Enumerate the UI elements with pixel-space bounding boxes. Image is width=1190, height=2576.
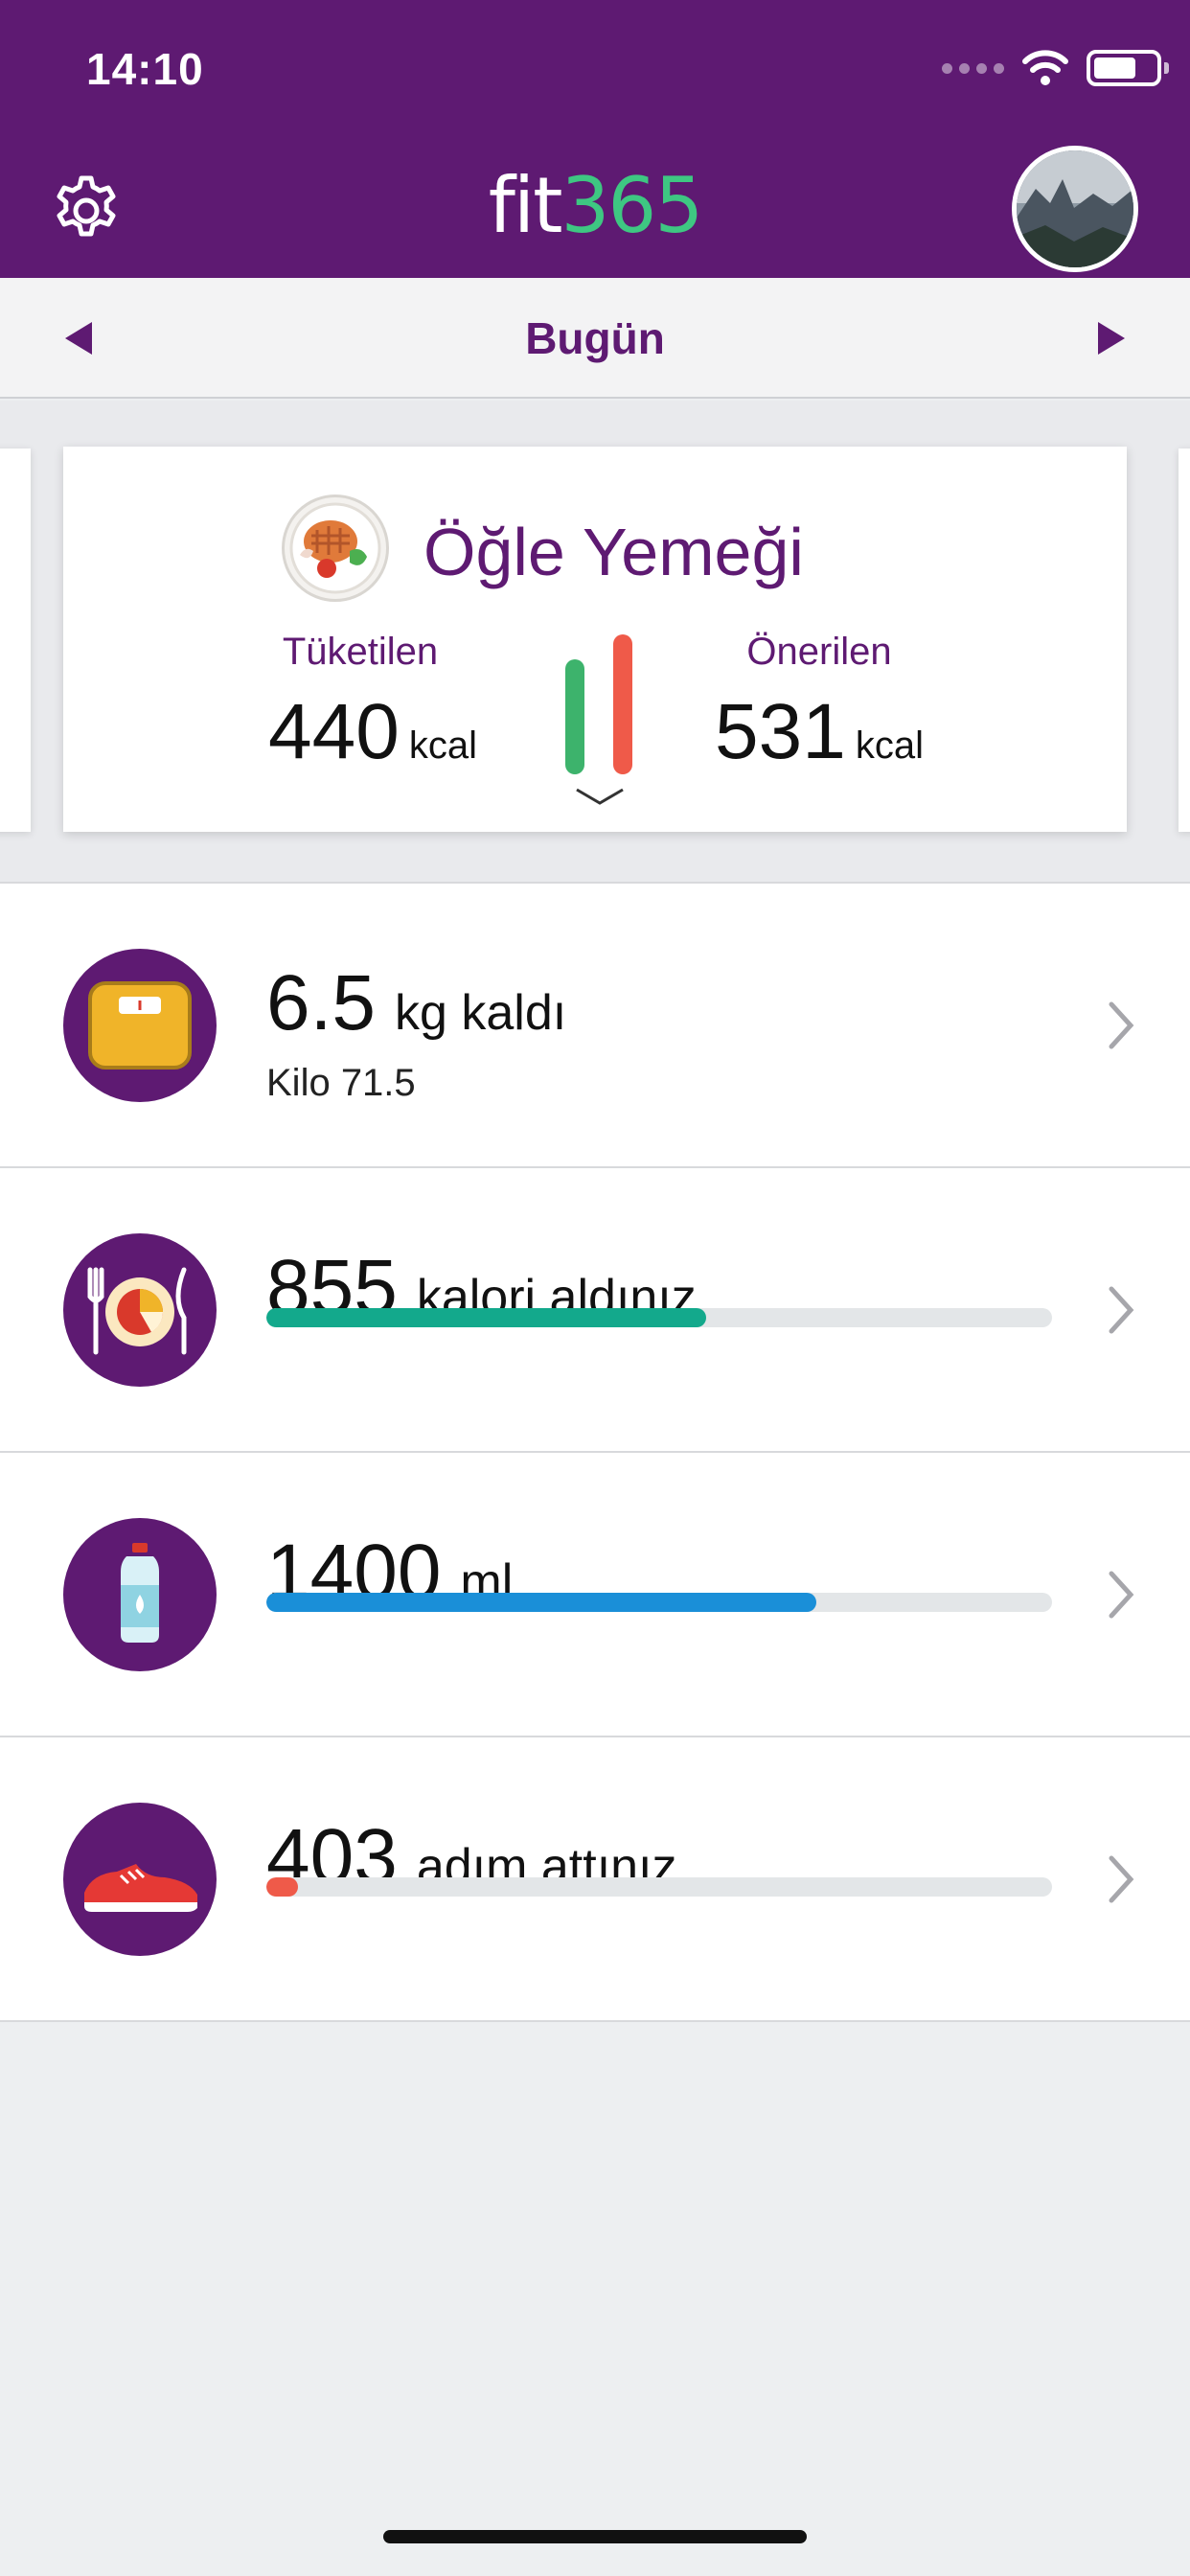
recommended-bar <box>613 634 632 774</box>
consumed-value: 440 kcal <box>268 688 477 775</box>
recommended-value: 531 kcal <box>715 688 924 775</box>
water-progress-fill <box>266 1593 816 1612</box>
calories-progress-bar <box>266 1308 1052 1327</box>
app-header: 14:10 fit365 <box>0 0 1190 278</box>
steps-progress-bar <box>266 1877 1052 1897</box>
wifi-icon <box>1022 50 1068 85</box>
triangle-right-icon[interactable] <box>1098 322 1125 355</box>
steps-progress-fill <box>266 1877 298 1897</box>
calories-progress-fill <box>266 1308 707 1327</box>
water-bottle-icon <box>63 1518 217 1671</box>
date-label: Bugün <box>525 313 665 363</box>
logo-number: 365 <box>561 161 704 250</box>
meal-card[interactable]: Öğle Yemeği Tüketilen 440 kcal Önerilen 5… <box>63 447 1127 832</box>
consumed-summary: Tüketilen 440 kcal <box>268 631 477 777</box>
recommended-summary: Önerilen 531 kcal <box>715 631 924 777</box>
recommended-label: Önerilen <box>746 631 892 673</box>
cellular-signal-icon <box>942 62 1004 74</box>
list-item-calories[interactable]: 855 kalori aldınız <box>0 1168 1190 1453</box>
plate-icon <box>63 1233 217 1387</box>
meal-carousel[interactable]: Öğle Yemeği Tüketilen 440 kcal Önerilen 5… <box>0 401 1190 882</box>
home-indicator[interactable] <box>383 2530 807 2543</box>
profile-photo <box>1017 150 1133 267</box>
consumed-label: Tüketilen <box>282 631 439 673</box>
status-time: 14:10 <box>86 44 204 94</box>
summary-list: 6.5 kg kaldı Kilo 71.5 855 kalori aldınız <box>0 882 1190 2022</box>
list-item-weight[interactable]: 6.5 kg kaldı Kilo 71.5 <box>0 884 1190 1168</box>
current-weight: Kilo 71.5 <box>266 1062 416 1104</box>
next-meal-card[interactable] <box>1179 448 1190 832</box>
water-progress-bar <box>266 1593 1052 1612</box>
list-item-steps[interactable]: 403 adım attınız <box>0 1737 1190 2022</box>
status-indicators <box>942 50 1169 86</box>
chevron-right-icon <box>1109 1571 1134 1619</box>
chevron-right-icon <box>1109 1001 1134 1049</box>
chevron-down-icon[interactable] <box>571 782 629 811</box>
sneaker-icon <box>63 1803 217 1956</box>
date-navigation: Bugün <box>0 278 1190 399</box>
chevron-right-icon <box>1109 1855 1134 1903</box>
previous-meal-card[interactable] <box>0 448 31 832</box>
meal-title: Öğle Yemeği <box>423 515 804 589</box>
weight-remaining: 6.5 kg kaldı <box>266 959 567 1046</box>
list-item-water[interactable]: 1400 ml <box>0 1453 1190 1737</box>
battery-icon <box>1087 50 1169 86</box>
consumed-bar <box>565 659 584 774</box>
logo-fit: fit <box>488 161 563 250</box>
avatar[interactable] <box>1012 146 1138 272</box>
meal-plate-icon <box>282 494 389 602</box>
scale-icon <box>63 949 217 1102</box>
chevron-right-icon <box>1109 1286 1134 1334</box>
